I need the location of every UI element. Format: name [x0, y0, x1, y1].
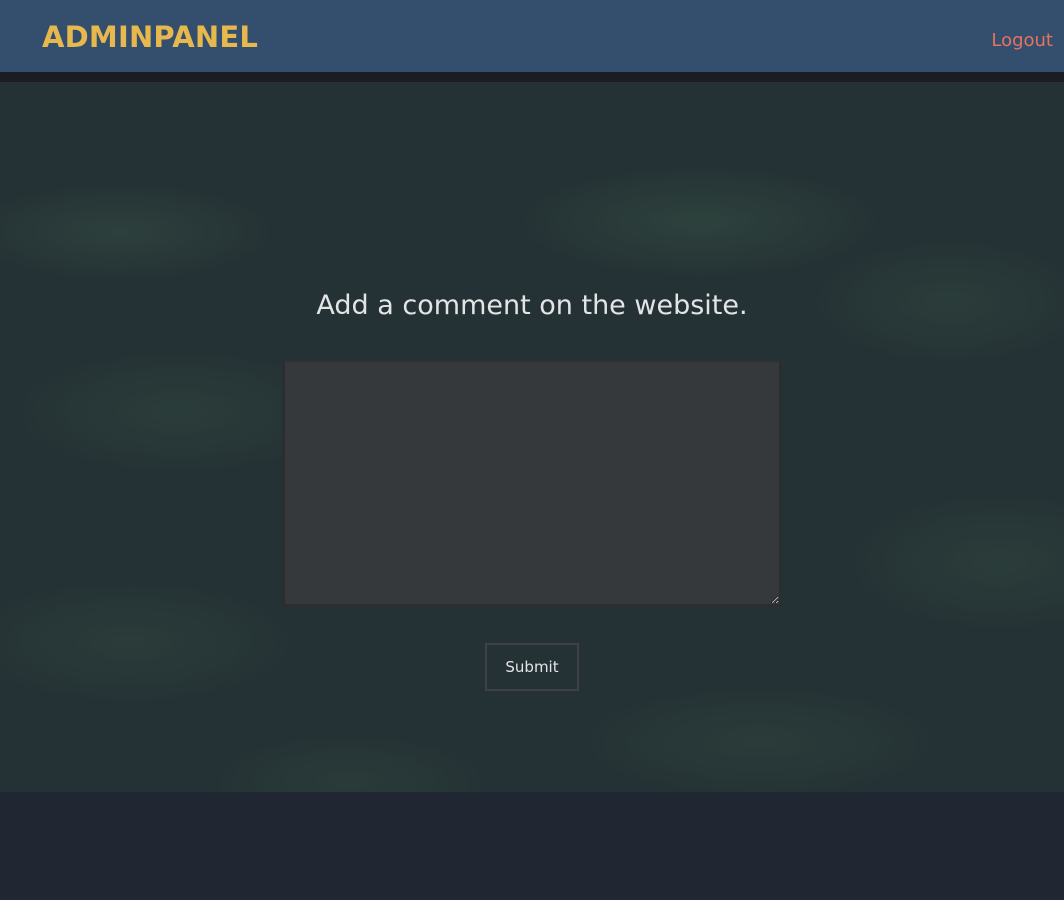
page-title: Add a comment on the website.	[316, 290, 748, 321]
navbar-divider	[0, 72, 1064, 82]
top-navbar: ADMINPANEL Logout	[0, 0, 1064, 72]
brand-logo-text[interactable]: ADMINPANEL	[42, 18, 258, 56]
submit-button[interactable]: Submit	[485, 643, 579, 691]
comment-textarea[interactable]	[282, 359, 782, 607]
logout-link[interactable]: Logout	[991, 29, 1053, 53]
